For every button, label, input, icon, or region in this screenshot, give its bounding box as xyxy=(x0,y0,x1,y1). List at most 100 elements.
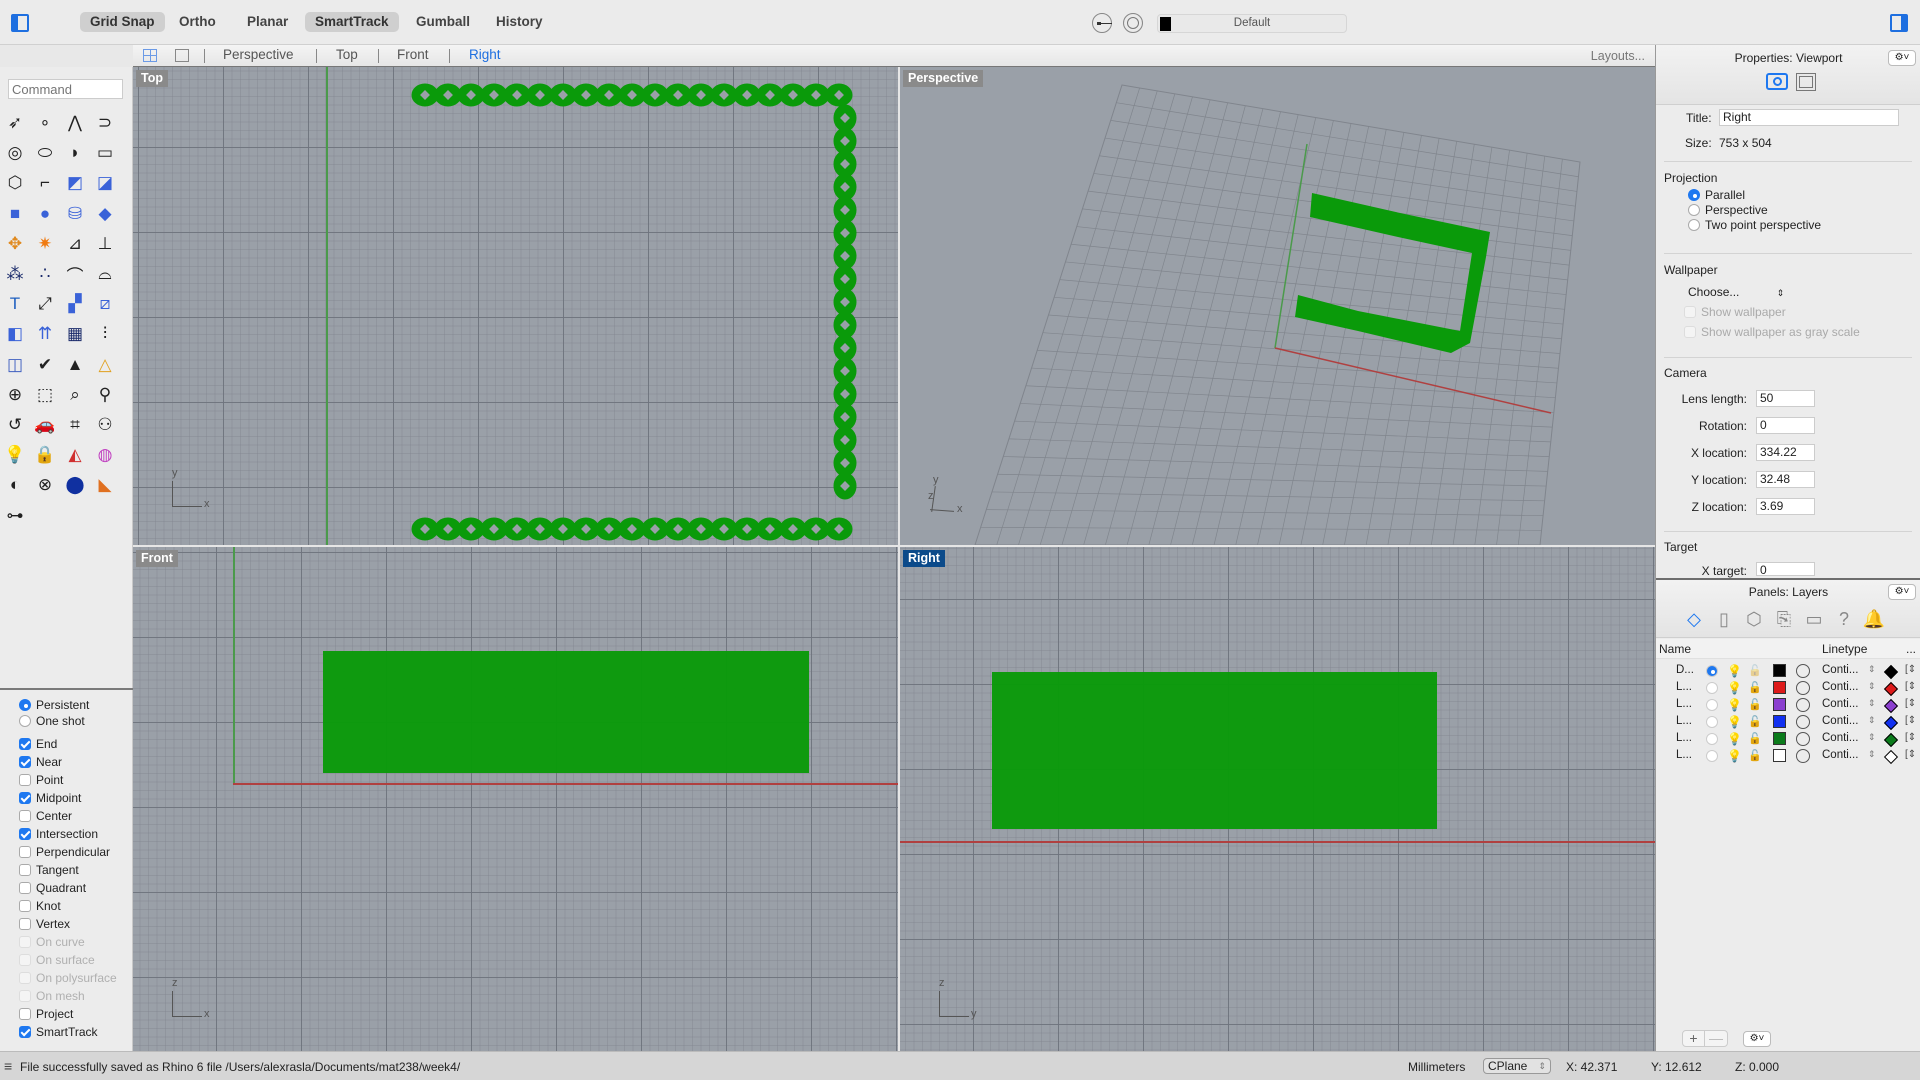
osnap-midpoint[interactable]: Midpoint xyxy=(19,790,81,806)
layer-linetype[interactable]: Conti... xyxy=(1822,749,1858,761)
curve-icon[interactable]: ⊃ xyxy=(93,111,117,135)
layer-row[interactable]: L... 💡 🔓 Conti... ⇕ [⇕ xyxy=(1656,680,1920,697)
current-layer-radio[interactable] xyxy=(1706,733,1718,745)
layer-color-swatch[interactable] xyxy=(1773,749,1786,762)
material-circle-icon[interactable] xyxy=(1796,698,1810,712)
column-name[interactable]: Name xyxy=(1659,642,1691,656)
osnap-perpendicular[interactable]: Perpendicular xyxy=(19,844,110,860)
extrude-surface-icon[interactable]: ◆ xyxy=(93,202,117,226)
group-icon[interactable]: ⁂ xyxy=(3,262,27,286)
notifications-icon[interactable]: 🔔 xyxy=(1862,607,1886,631)
explode-icon[interactable]: ✷ xyxy=(33,232,57,256)
solid-edit-icon[interactable]: ◧ xyxy=(3,322,27,346)
viewport-label-right[interactable]: Right xyxy=(903,550,945,567)
sweep-surface-icon[interactable]: ◪ xyxy=(93,171,117,195)
help-icon[interactable]: ? xyxy=(1832,607,1856,631)
gumball-button[interactable]: Gumball xyxy=(406,12,480,32)
sphere-icon[interactable]: ● xyxy=(33,202,57,226)
layer-row[interactable]: L... 💡 🔓 Conti... ⇕ [⇕ xyxy=(1656,697,1920,714)
cplane-select[interactable]: CPlane ⇕ xyxy=(1483,1058,1551,1074)
print-width-select[interactable]: [⇕ xyxy=(1905,664,1916,675)
layers-options-gear-icon[interactable]: ⚙˅ xyxy=(1743,1031,1771,1047)
cplane-icon[interactable]: ⌗ xyxy=(63,413,87,437)
single-viewport-layout-icon[interactable] xyxy=(175,49,189,62)
material-circle-icon[interactable] xyxy=(1796,732,1810,746)
lock-icon[interactable]: 🔓 xyxy=(1748,664,1762,677)
print-color-diamond-icon[interactable] xyxy=(1883,715,1899,731)
layer-color-swatch[interactable] xyxy=(1773,715,1786,728)
print-width-select[interactable]: [⇕ xyxy=(1905,732,1916,743)
named-views-icon[interactable]: ⚇ xyxy=(93,413,117,437)
layer-color-swatch[interactable] xyxy=(1773,698,1786,711)
layer-row[interactable]: D... 💡 🔓 Conti... ⇕ [⇕ xyxy=(1656,663,1920,680)
light-bulb-icon[interactable]: 💡 xyxy=(1727,732,1742,746)
layer-name[interactable]: D... xyxy=(1676,664,1694,676)
osnap-intersection[interactable]: Intersection xyxy=(19,826,98,842)
checkbox[interactable] xyxy=(19,774,31,786)
history-button[interactable]: History xyxy=(486,12,553,32)
grid-snap-button[interactable]: Grid Snap xyxy=(80,12,165,32)
osnap-quadrant[interactable]: Quadrant xyxy=(19,880,86,896)
circle-icon[interactable]: ◎ xyxy=(3,141,27,165)
point-icon[interactable]: ∘ xyxy=(33,111,57,135)
target-field-x[interactable]: 0 xyxy=(1756,562,1815,577)
car-icon[interactable]: 🚗 xyxy=(33,413,57,437)
array-grid-icon[interactable]: ▦ xyxy=(63,322,87,346)
layer-row[interactable]: L... 💡 🔓 Conti... ⇕ [⇕ xyxy=(1656,714,1920,731)
shaded-sphere-icon[interactable]: ◐ xyxy=(3,473,27,497)
layer-color-swatch[interactable] xyxy=(1773,732,1786,745)
smarttrack-button[interactable]: SmartTrack xyxy=(305,12,399,32)
light-bulb-icon[interactable]: 💡 xyxy=(1727,664,1742,678)
scale-icon[interactable]: ⤢ xyxy=(33,292,57,316)
checkbox[interactable] xyxy=(19,792,31,804)
print-width-select[interactable]: [⇕ xyxy=(1905,749,1916,760)
layer-linetype[interactable]: Conti... xyxy=(1822,715,1858,727)
remove-layer-button[interactable]: — xyxy=(1705,1031,1727,1046)
lock-icon[interactable]: 🔓 xyxy=(1748,681,1762,694)
select-arrow-icon[interactable]: ➶ xyxy=(3,111,27,135)
tab-perspective[interactable]: Perspective xyxy=(223,47,294,62)
light-bulb-icon[interactable]: 💡 xyxy=(1727,698,1742,712)
render-sphere-icon[interactable]: ⬤ xyxy=(63,473,87,497)
radio-button[interactable] xyxy=(1688,219,1700,231)
viewport-splitter-vertical[interactable] xyxy=(898,67,900,1051)
viewport-label-front[interactable]: Front xyxy=(136,550,178,567)
title-field[interactable]: Right xyxy=(1719,109,1899,126)
osnap-vertex[interactable]: Vertex xyxy=(19,916,70,932)
camera-field-x-location[interactable]: 334.22 xyxy=(1756,444,1815,461)
dimension-icon[interactable]: ⊶ xyxy=(3,504,27,528)
osnap-smarttrack[interactable]: SmartTrack xyxy=(19,1024,98,1040)
notes-icon[interactable]: ⎘ xyxy=(1772,607,1796,631)
viewport-label-perspective[interactable]: Perspective xyxy=(903,70,984,87)
osnap-end[interactable]: End xyxy=(19,736,57,752)
analyze-icon[interactable]: ◫ xyxy=(3,353,27,377)
layer-row[interactable]: L... 💡 🔓 Conti... ⇕ [⇕ xyxy=(1656,748,1920,765)
layer-row[interactable]: L... 💡 🔓 Conti... ⇕ [⇕ xyxy=(1656,731,1920,748)
tab-front[interactable]: Front xyxy=(397,47,429,62)
radio-button[interactable] xyxy=(1688,204,1700,216)
object-properties-icon[interactable]: ⬡ xyxy=(1742,607,1766,631)
print-width-select[interactable]: [⇕ xyxy=(1905,715,1916,726)
layer-name[interactable]: L... xyxy=(1676,732,1692,744)
camera-field-rotation[interactable]: 0 xyxy=(1756,417,1815,434)
current-layer-radio[interactable] xyxy=(1706,716,1718,728)
print-color-diamond-icon[interactable] xyxy=(1883,732,1899,748)
camera-icon[interactable] xyxy=(1766,73,1788,90)
osnap-near[interactable]: Near xyxy=(19,754,62,770)
projection-parallel[interactable]: Parallel xyxy=(1688,188,1745,202)
print-color-diamond-icon[interactable] xyxy=(1883,698,1899,714)
add-layer-button[interactable]: + xyxy=(1683,1031,1705,1046)
osnap-toggle-icon[interactable] xyxy=(1123,13,1143,33)
checkbox[interactable] xyxy=(19,810,31,822)
material-circle-icon[interactable] xyxy=(1796,664,1810,678)
checkbox[interactable] xyxy=(19,738,31,750)
lock-icon[interactable]: 🔓 xyxy=(1748,732,1762,745)
toggle-left-sidebar-icon[interactable] xyxy=(11,14,29,32)
check-icon[interactable]: ✔ xyxy=(33,353,57,377)
layer-name[interactable]: L... xyxy=(1676,681,1692,693)
osnap-center[interactable]: Center xyxy=(19,808,72,824)
front-view-object[interactable] xyxy=(323,651,809,773)
layer-color-swatch[interactable] xyxy=(1773,681,1786,694)
offset-curve-icon[interactable]: ⌓ xyxy=(93,262,117,286)
light-bulb-icon[interactable]: 💡 xyxy=(1727,681,1742,695)
